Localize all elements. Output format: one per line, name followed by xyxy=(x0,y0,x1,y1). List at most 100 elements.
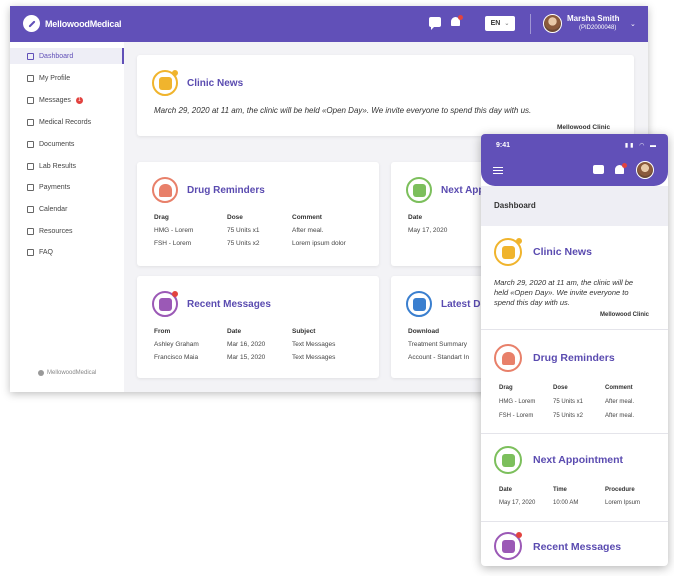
table-cell: Lorem Ipsum xyxy=(605,500,641,506)
avatar[interactable] xyxy=(543,14,562,33)
help-icon xyxy=(27,248,34,256)
top-bar: MellowoodMedical EN ⌄ Marsha Smith (PID2… xyxy=(10,6,648,42)
mail-icon xyxy=(27,96,34,104)
page-title-bar: Dashboard xyxy=(481,186,668,226)
sidebar-footer-logo: MellowoodMedical xyxy=(38,370,96,376)
language-select[interactable]: EN ⌄ xyxy=(485,16,515,31)
card-title: Clinic News xyxy=(187,78,244,89)
column-header: Date xyxy=(408,214,423,221)
column-header: From xyxy=(154,328,171,335)
user-menu[interactable]: Marsha Smith (PID2000048) xyxy=(567,15,619,32)
sidebar-item-label: Dashboard xyxy=(39,52,74,60)
news-text: spend this day with us. xyxy=(494,298,570,307)
table-cell: Mar 16, 2020 xyxy=(227,341,266,348)
table-cell: HMG - Lorem xyxy=(499,399,536,405)
bell-icon[interactable] xyxy=(614,163,627,175)
sidebar-item-label: Calendar xyxy=(39,205,68,213)
sidebar-item-messages[interactable]: Messages 1 xyxy=(10,92,124,108)
column-header: Dose xyxy=(227,214,243,221)
news-icon xyxy=(494,238,522,266)
logo-icon xyxy=(23,15,40,32)
column-header: Download xyxy=(408,328,440,335)
column-header: Comment xyxy=(605,385,633,391)
mail-icon xyxy=(494,532,522,560)
sidebar-item-documents[interactable]: Documents xyxy=(10,136,124,152)
table-cell[interactable]: Text Messages xyxy=(292,341,335,348)
sidebar-item-resources[interactable]: Resources xyxy=(10,223,124,239)
card-title: Drug Reminders xyxy=(187,185,265,196)
sidebar-item-label: Messages xyxy=(39,96,71,104)
sidebar-item-calendar[interactable]: Calendar xyxy=(10,201,124,217)
chat-icon[interactable] xyxy=(593,165,604,174)
document-link[interactable]: Account - Standart In xyxy=(408,354,469,361)
sidebar-item-label: Medical Records xyxy=(39,118,92,126)
folder-icon xyxy=(27,227,34,235)
notification-dot xyxy=(458,15,463,20)
calendar-icon xyxy=(494,446,522,474)
recent-messages-card: Recent Messages From Date Subject Ashley… xyxy=(137,276,379,378)
news-text: March 29, 2020 at 11 am, the clinic will… xyxy=(494,278,634,287)
table-cell: 75 Units x1 xyxy=(227,227,260,234)
unread-badge: 1 xyxy=(75,96,83,104)
notification-dot xyxy=(622,163,627,168)
payment-icon xyxy=(27,183,34,191)
news-signature: Mellowood Clinic xyxy=(557,124,611,131)
mobile-window: 9:41 ▮▮ ◠ ▬ Dashboard Clinic News March … xyxy=(481,134,668,566)
news-text: held «Open Day». We invite everyone to xyxy=(494,288,629,297)
avatar[interactable] xyxy=(636,161,654,179)
bell-icon[interactable] xyxy=(450,15,463,28)
sidebar-item-label: Lab Results xyxy=(39,162,76,170)
table-cell[interactable]: Francisco Maia xyxy=(154,354,198,361)
table-cell[interactable]: Text Messages xyxy=(292,354,335,361)
footer-brand: MellowoodMedical xyxy=(47,370,97,376)
table-cell: Lorem ipsum dolor xyxy=(292,240,346,247)
sidebar-item-label: Documents xyxy=(39,140,75,148)
lab-icon xyxy=(27,162,34,170)
table-cell: FSH - Lorem xyxy=(154,240,192,247)
hamburger-menu-icon[interactable] xyxy=(493,167,503,176)
sidebar: Dashboard My Profile Messages 1 Medical R… xyxy=(10,42,124,392)
column-header: Time xyxy=(553,487,567,493)
sidebar-item-faq[interactable]: FAQ xyxy=(10,244,124,260)
divider xyxy=(530,14,531,34)
mobile-clinic-news: Clinic News March 29, 2020 at 11 am, the… xyxy=(481,226,668,330)
table-cell: May 17, 2020 xyxy=(408,227,448,234)
sidebar-item-label: Resources xyxy=(39,227,73,235)
table-cell: After meal. xyxy=(605,399,635,405)
sidebar-item-payments[interactable]: Payments xyxy=(10,179,124,195)
card-title: Recent Messages xyxy=(533,541,622,553)
table-cell[interactable]: Ashley Graham xyxy=(154,341,199,348)
card-title: Drug Reminders xyxy=(533,352,615,364)
table-cell: FSH - Lorem xyxy=(499,413,534,419)
sidebar-item-label: Payments xyxy=(39,183,71,191)
card-title: Clinic News xyxy=(533,246,592,258)
logo-icon xyxy=(38,370,44,376)
sidebar-item-label: My Profile xyxy=(39,74,71,82)
user-icon xyxy=(27,74,34,82)
sidebar-item-dashboard[interactable]: Dashboard xyxy=(10,48,124,64)
user-id: (PID2000048) xyxy=(579,25,617,31)
news-icon xyxy=(152,70,178,96)
language-value: EN xyxy=(490,20,501,27)
brand-logo[interactable]: MellowoodMedical xyxy=(23,15,122,32)
column-header: Drag xyxy=(154,214,169,221)
table-cell: 75 Units x2 xyxy=(227,240,260,247)
news-text: March 29, 2020 at 11 am, the clinic will… xyxy=(154,106,532,115)
drug-reminders-card: Drug Reminders Drag Dose Comment HMG - L… xyxy=(137,162,379,266)
document-link[interactable]: Treatment Summary xyxy=(408,341,467,348)
brand-name: MellowoodMedical xyxy=(45,18,122,29)
chat-icon[interactable] xyxy=(429,17,441,30)
card-title: Recent Messages xyxy=(187,299,271,310)
document-icon xyxy=(406,291,432,317)
column-header: Date xyxy=(499,487,513,493)
table-cell: 75 Units x1 xyxy=(553,399,584,405)
table-cell: After meal. xyxy=(292,227,324,234)
sidebar-item-profile[interactable]: My Profile xyxy=(10,70,124,86)
sidebar-item-medical-records[interactable]: Medical Records xyxy=(10,114,124,130)
bell-icon xyxy=(494,344,522,372)
sidebar-item-lab-results[interactable]: Lab Results xyxy=(10,158,124,174)
mobile-drug-reminders: Drug Reminders Drag Dose Comment HMG - L… xyxy=(481,330,668,434)
records-icon xyxy=(27,118,34,126)
clinic-news-card: Clinic News March 29, 2020 at 11 am, the… xyxy=(137,55,634,136)
chevron-down-icon[interactable]: ⌄ xyxy=(630,20,636,28)
